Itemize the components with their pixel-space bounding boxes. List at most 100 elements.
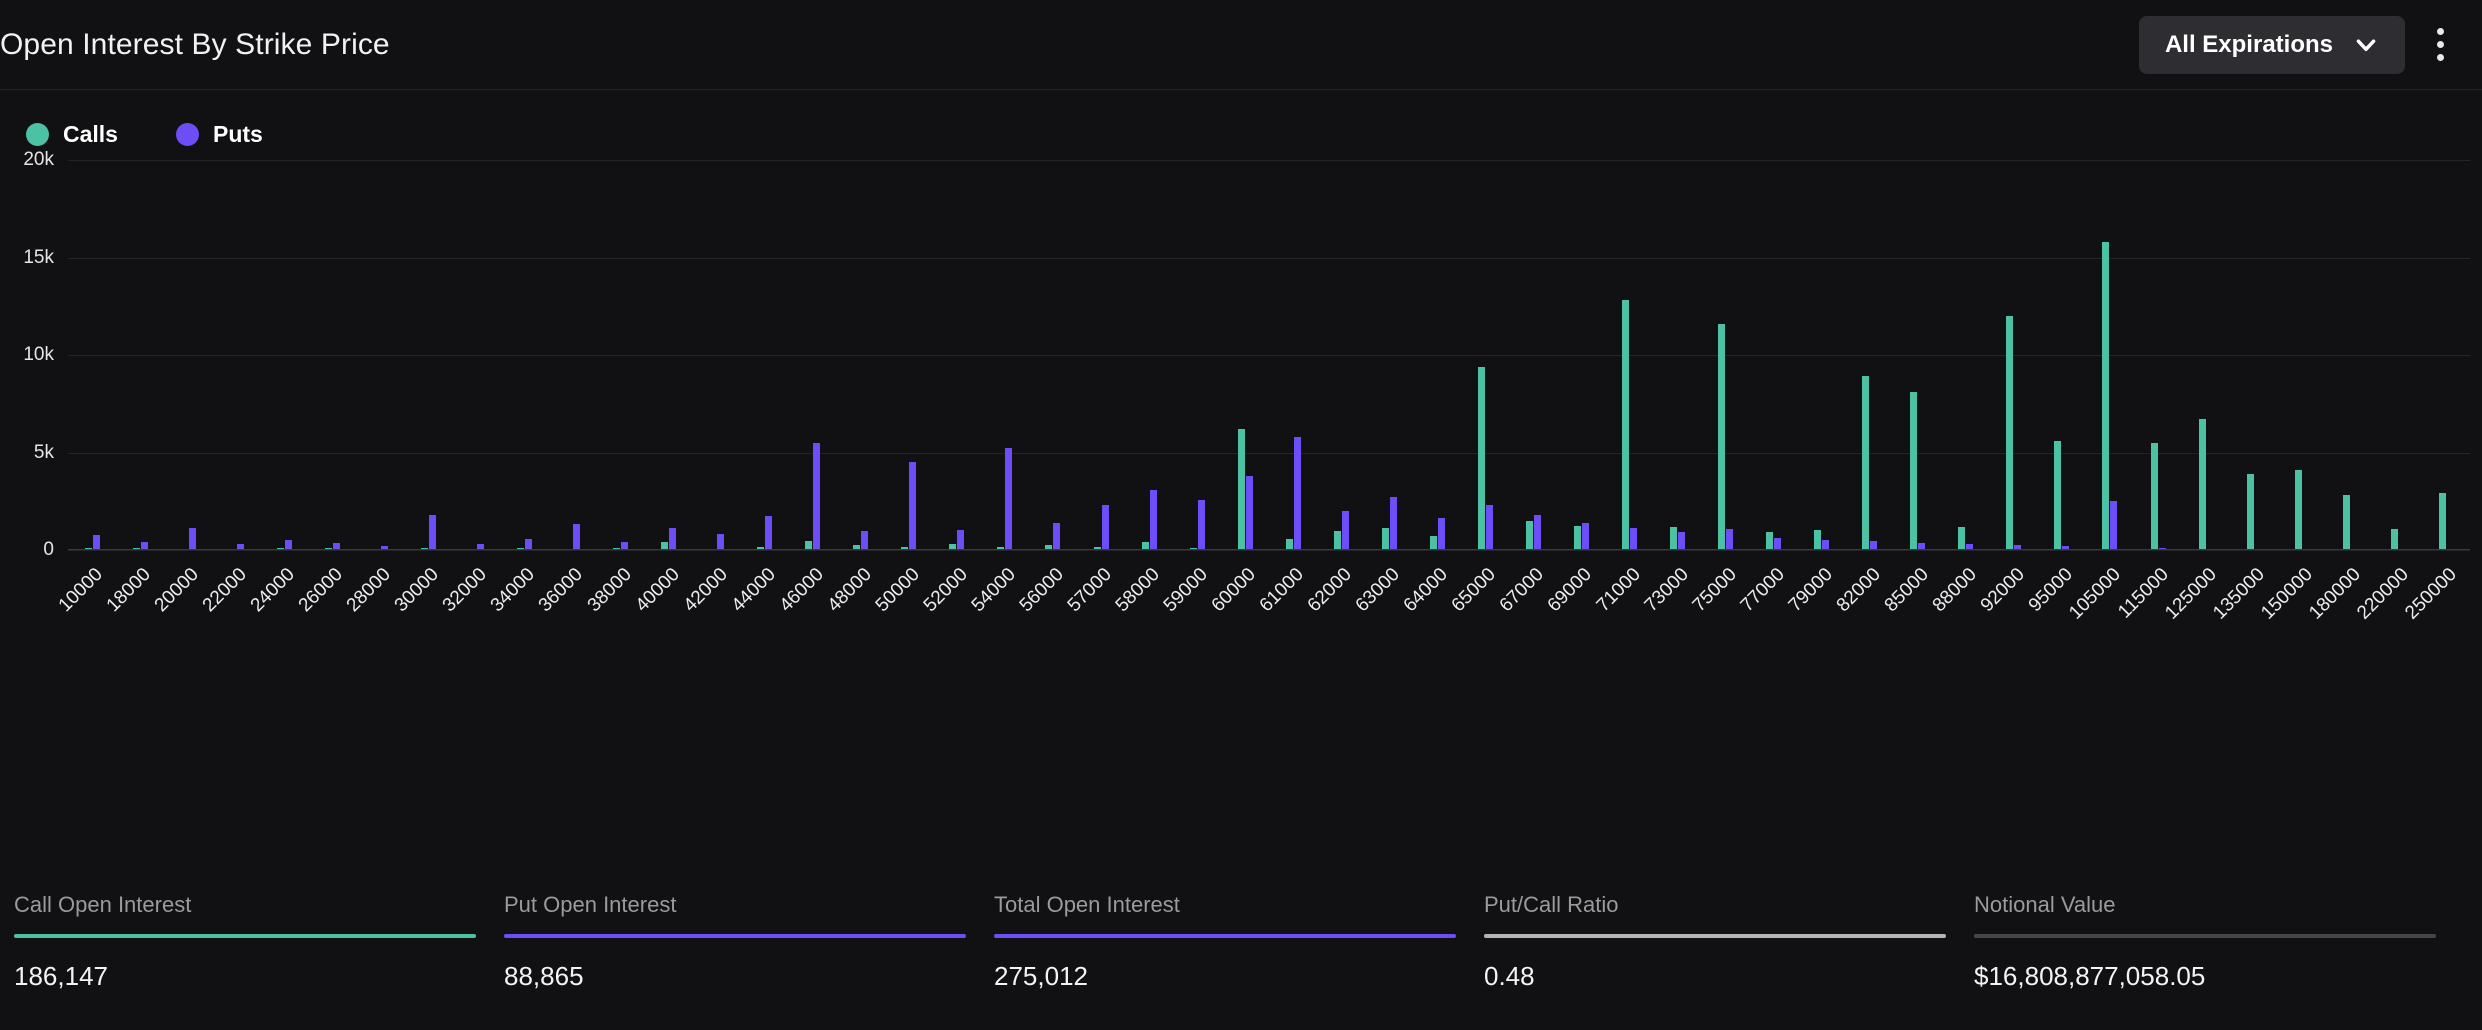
bar-group[interactable]	[2230, 160, 2278, 550]
bar-calls[interactable]	[1862, 376, 1869, 550]
bar-group[interactable]	[1846, 160, 1894, 550]
bar-calls[interactable]	[1334, 531, 1341, 551]
expirations-dropdown[interactable]: All Expirations	[2139, 16, 2405, 74]
bar-puts[interactable]	[1534, 515, 1541, 550]
bar-puts[interactable]	[1582, 523, 1589, 550]
bar-group[interactable]	[1654, 160, 1702, 550]
bar-puts[interactable]	[1630, 528, 1637, 550]
bar-calls[interactable]	[1766, 532, 1773, 550]
bar-puts[interactable]	[1150, 490, 1157, 550]
bar-group[interactable]	[1269, 160, 1317, 550]
bar-puts[interactable]	[717, 534, 724, 550]
bar-group[interactable]	[1894, 160, 1942, 550]
bar-calls[interactable]	[2054, 441, 2061, 550]
bar-group[interactable]	[1702, 160, 1750, 550]
bar-group[interactable]	[1221, 160, 1269, 550]
bar-group[interactable]	[1029, 160, 1077, 550]
bar-puts[interactable]	[1294, 437, 1301, 550]
legend-item-calls[interactable]: Calls	[26, 121, 118, 148]
bar-puts[interactable]	[957, 530, 964, 550]
bar-puts[interactable]	[1342, 511, 1349, 550]
bar-calls[interactable]	[1574, 526, 1581, 550]
bar-group[interactable]	[1509, 160, 1557, 550]
bar-puts[interactable]	[765, 516, 772, 550]
bar-group[interactable]	[1365, 160, 1413, 550]
bar-puts[interactable]	[189, 528, 196, 550]
bar-group[interactable]	[2278, 160, 2326, 550]
bar-group[interactable]	[1173, 160, 1221, 550]
bar-group[interactable]	[1798, 160, 1846, 550]
bar-group[interactable]	[789, 160, 837, 550]
kebab-menu-icon[interactable]	[2427, 16, 2454, 73]
bar-calls[interactable]	[2295, 470, 2302, 550]
bar-group[interactable]	[2134, 160, 2182, 550]
bar-puts[interactable]	[1438, 518, 1445, 550]
bar-calls[interactable]	[1718, 324, 1725, 550]
bar-calls[interactable]	[2006, 316, 2013, 550]
bar-group[interactable]	[1990, 160, 2038, 550]
bar-calls[interactable]	[2199, 419, 2206, 550]
bar-group[interactable]	[164, 160, 212, 550]
bar-calls[interactable]	[1670, 527, 1677, 550]
bar-puts[interactable]	[429, 515, 436, 550]
bar-group[interactable]	[1317, 160, 1365, 550]
bar-group[interactable]	[1461, 160, 1509, 550]
bar-puts[interactable]	[573, 524, 580, 550]
bar-calls[interactable]	[1814, 530, 1821, 550]
bar-puts[interactable]	[1053, 523, 1060, 550]
bar-calls[interactable]	[1958, 527, 1965, 550]
bar-group[interactable]	[260, 160, 308, 550]
bar-puts[interactable]	[93, 535, 100, 550]
bar-calls[interactable]	[2439, 493, 2446, 550]
bar-puts[interactable]	[1726, 529, 1733, 550]
bar-group[interactable]	[308, 160, 356, 550]
bar-group[interactable]	[68, 160, 116, 550]
bar-group[interactable]	[116, 160, 164, 550]
bar-group[interactable]	[1942, 160, 1990, 550]
bar-puts[interactable]	[669, 528, 676, 550]
bar-group[interactable]	[404, 160, 452, 550]
bar-group[interactable]	[452, 160, 500, 550]
bar-group[interactable]	[741, 160, 789, 550]
bar-group[interactable]	[597, 160, 645, 550]
bar-puts[interactable]	[1678, 532, 1685, 550]
bar-puts[interactable]	[1246, 476, 1253, 550]
bar-puts[interactable]	[1005, 448, 1012, 550]
bar-group[interactable]	[1077, 160, 1125, 550]
bar-group[interactable]	[1750, 160, 1798, 550]
bar-group[interactable]	[356, 160, 404, 550]
bar-calls[interactable]	[2247, 474, 2254, 550]
bar-calls[interactable]	[1430, 536, 1437, 550]
bar-group[interactable]	[1125, 160, 1173, 550]
bar-group[interactable]	[1606, 160, 1654, 550]
bar-group[interactable]	[500, 160, 548, 550]
bar-group[interactable]	[2086, 160, 2134, 550]
bar-puts[interactable]	[861, 531, 868, 551]
bar-calls[interactable]	[2343, 495, 2350, 550]
bar-puts[interactable]	[1102, 505, 1109, 550]
bar-calls[interactable]	[1526, 521, 1533, 550]
bar-puts[interactable]	[1486, 505, 1493, 550]
bar-puts[interactable]	[909, 462, 916, 550]
bar-calls[interactable]	[1382, 528, 1389, 550]
bar-calls[interactable]	[2391, 529, 2398, 550]
bar-group[interactable]	[837, 160, 885, 550]
bar-group[interactable]	[645, 160, 693, 550]
bar-group[interactable]	[2326, 160, 2374, 550]
bar-puts[interactable]	[813, 443, 820, 550]
bar-group[interactable]	[2422, 160, 2470, 550]
bar-group[interactable]	[548, 160, 596, 550]
bar-group[interactable]	[885, 160, 933, 550]
bar-puts[interactable]	[1198, 500, 1205, 550]
bar-group[interactable]	[981, 160, 1029, 550]
bar-group[interactable]	[2182, 160, 2230, 550]
bar-group[interactable]	[1413, 160, 1461, 550]
bar-group[interactable]	[1557, 160, 1605, 550]
bar-group[interactable]	[933, 160, 981, 550]
legend-item-puts[interactable]: Puts	[176, 121, 263, 148]
bar-calls[interactable]	[1238, 429, 1245, 550]
bar-calls[interactable]	[2102, 242, 2109, 550]
bar-calls[interactable]	[2151, 443, 2158, 550]
bar-puts[interactable]	[1390, 497, 1397, 550]
bar-group[interactable]	[2038, 160, 2086, 550]
